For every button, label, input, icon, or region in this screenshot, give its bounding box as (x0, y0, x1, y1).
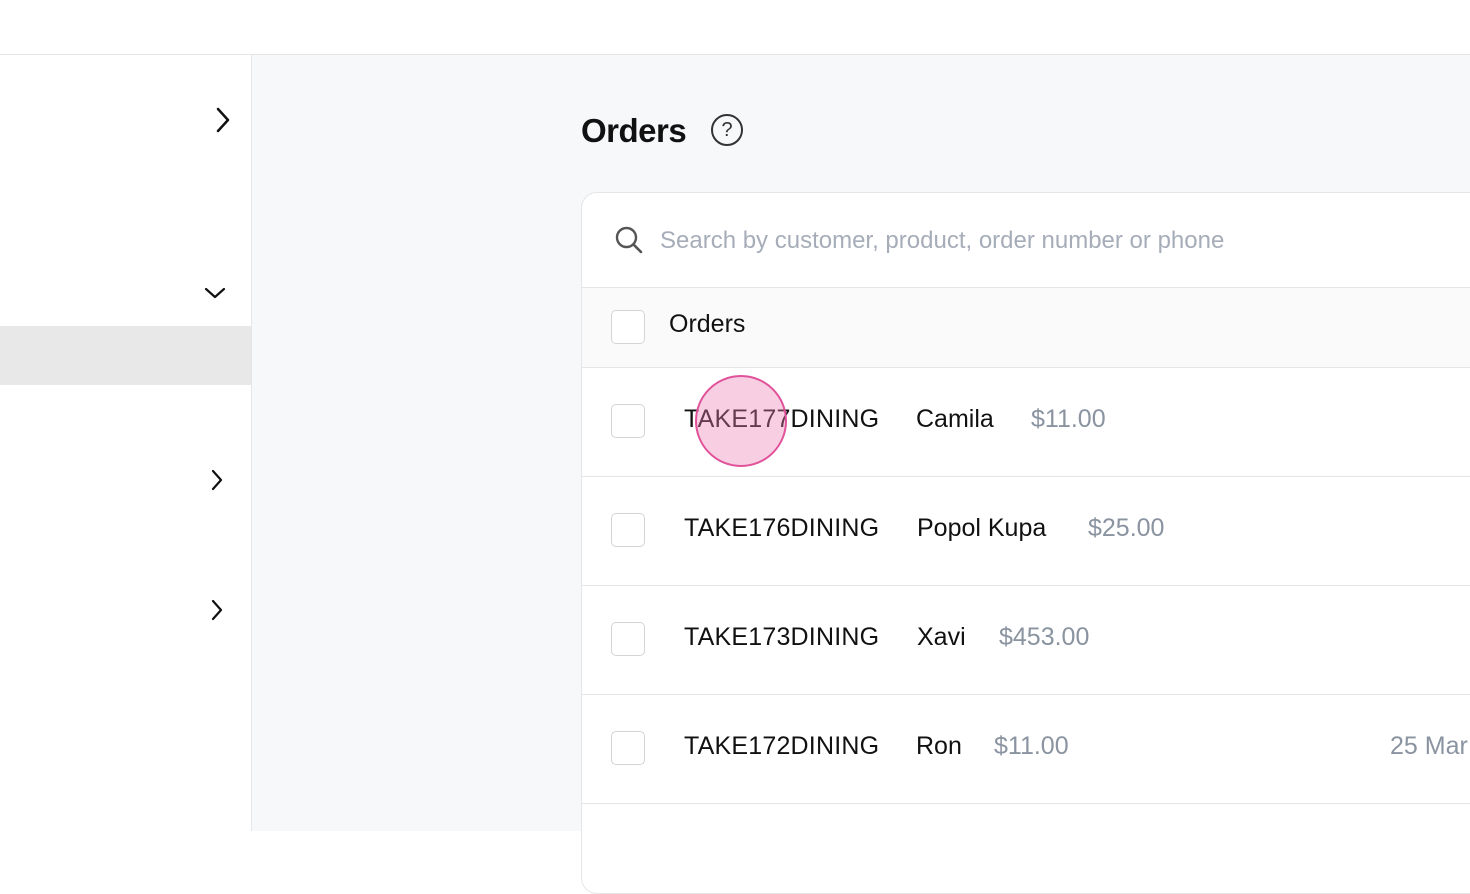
top-bar (0, 0, 1470, 55)
order-customer: Popol Kupa (917, 514, 1047, 542)
orders-card: Orders TAKE177DINING Camila $11.00 TAKE1… (581, 192, 1470, 894)
order-date: 25 Mar (1390, 732, 1468, 760)
table-row[interactable]: TAKE176DINING Popol Kupa $25.00 (582, 477, 1470, 586)
table-row[interactable]: TAKE173DINING Xavi $453.00 (582, 586, 1470, 695)
search-bar (582, 193, 1470, 288)
order-amount: $11.00 (994, 732, 1069, 760)
sidebar-expand-chevron-right-icon[interactable] (205, 468, 229, 492)
order-amount: $11.00 (1031, 405, 1106, 433)
table-header: Orders (582, 288, 1470, 368)
order-customer: Camila (916, 405, 994, 433)
question-circle-icon[interactable]: ? (711, 114, 743, 146)
page-title: Orders (581, 112, 687, 149)
order-amount: $453.00 (999, 623, 1090, 651)
search-input[interactable] (658, 221, 1442, 261)
order-id[interactable]: TAKE173DINING (684, 623, 879, 652)
order-id[interactable]: TAKE176DINING (684, 514, 879, 543)
sidebar-item-active[interactable] (0, 326, 251, 385)
sidebar (0, 55, 252, 831)
sidebar-collapse-chevron-down-icon[interactable] (203, 281, 227, 305)
search-icon (615, 226, 643, 254)
row-checkbox[interactable] (611, 622, 645, 656)
table-row[interactable]: TAKE172DINING Ron $11.00 25 Mar (582, 695, 1470, 804)
select-all-checkbox[interactable] (611, 310, 645, 344)
order-amount: $25.00 (1088, 514, 1165, 542)
order-customer: Xavi (917, 623, 966, 651)
sidebar-expand-chevron-right-icon[interactable] (205, 598, 229, 622)
sidebar-expand-chevron-right-icon[interactable] (211, 107, 235, 133)
row-checkbox[interactable] (611, 513, 645, 547)
row-checkbox[interactable] (611, 731, 645, 765)
order-id[interactable]: TAKE172DINING (684, 732, 879, 761)
row-checkbox[interactable] (611, 404, 645, 438)
order-customer: Ron (916, 732, 962, 760)
column-header-orders: Orders (669, 310, 746, 338)
table-row[interactable]: TAKE177DINING Camila $11.00 (582, 368, 1470, 477)
order-id[interactable]: TAKE177DINING (684, 405, 879, 434)
